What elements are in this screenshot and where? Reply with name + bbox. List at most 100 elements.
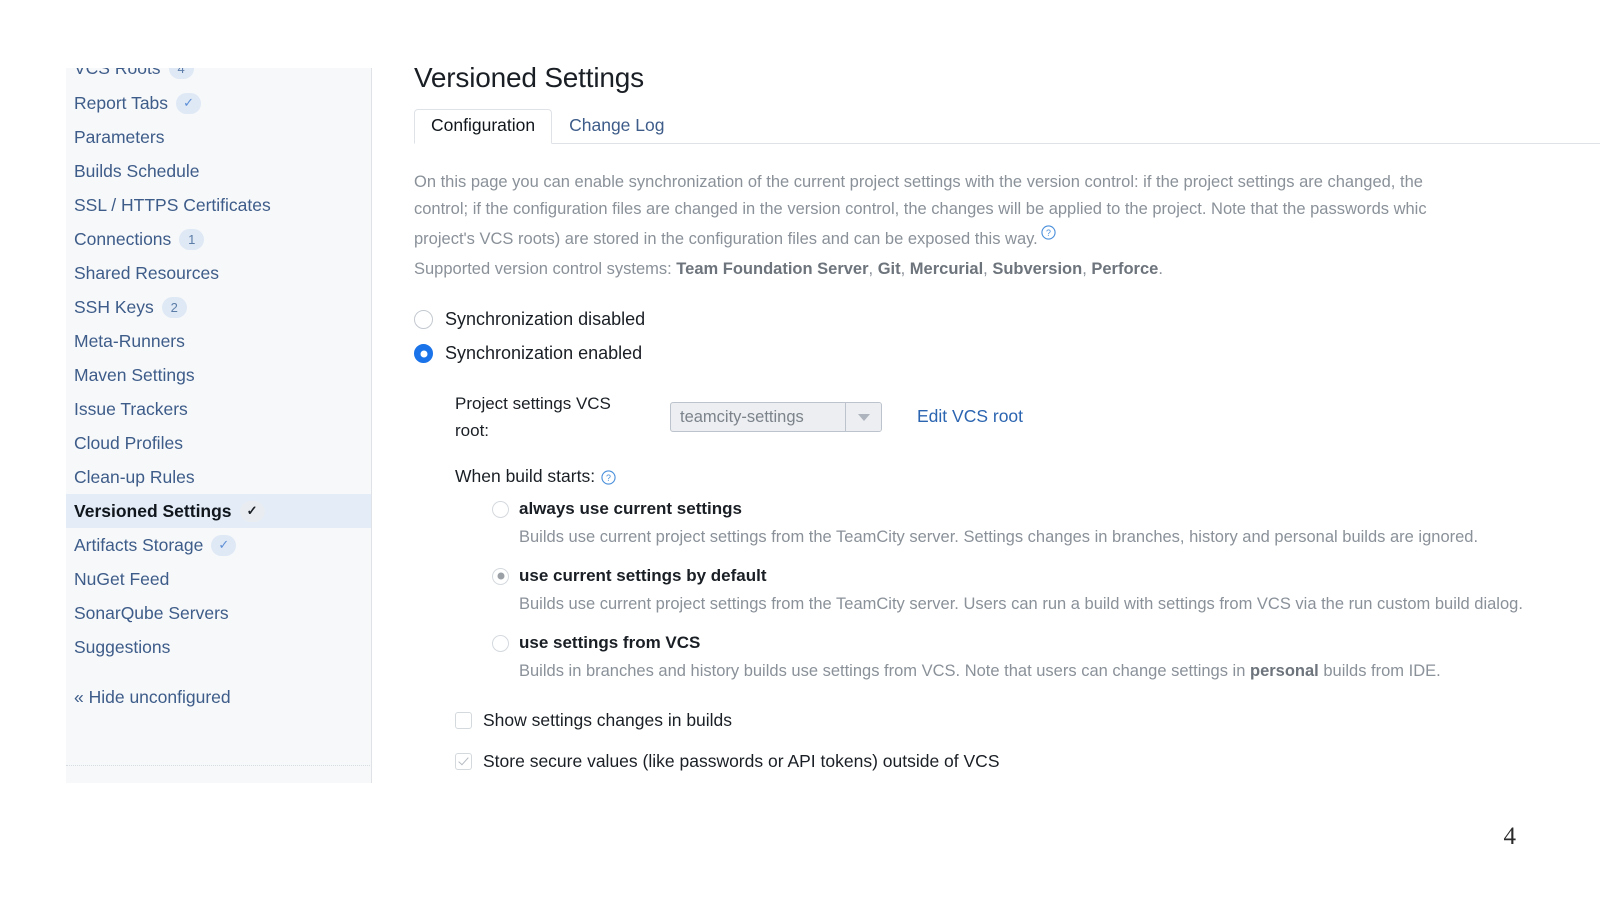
radio-use-current-settings-by-default[interactable]: use current settings by default (492, 566, 1514, 586)
radio-label: Synchronization disabled (445, 309, 646, 329)
project-settings-sidebar: VCS Roots 4 Report Tabs ✓ Parameters Bui… (66, 68, 372, 783)
sidebar-item-cloud-profiles[interactable]: Cloud Profiles (66, 426, 371, 460)
supported-vcs-line: Supported version control systems: Team … (414, 259, 1163, 278)
option-description: Builds in branches and history builds us… (519, 662, 1441, 680)
sidebar-item-connections[interactable]: Connections 1 (66, 222, 371, 256)
vcs-git: Git (877, 259, 901, 278)
sidebar-item-versioned-settings[interactable]: Versioned Settings ✓ (66, 494, 371, 528)
sidebar-item-label: Shared Resources (74, 262, 219, 283)
help-icon[interactable]: ? (1041, 222, 1056, 240)
checkbox-label: Show settings changes in builds (483, 710, 733, 730)
sidebar-item-label: Parameters (74, 126, 165, 147)
option-use-settings-from-vcs: use settings from VCS Builds in branches… (492, 633, 1514, 684)
radio-use-settings-from-vcs[interactable]: use settings from VCS (492, 633, 1514, 653)
sidebar-item-label: Issue Trackers (74, 398, 188, 419)
radio-label: use settings from VCS (519, 633, 701, 652)
tab-configuration[interactable]: Configuration (414, 109, 553, 144)
option-description: Builds use current project settings from… (519, 528, 1479, 546)
vcs-mercurial: Mercurial (909, 259, 984, 278)
sidebar-item-label: Builds Schedule (74, 160, 200, 181)
check-icon: ✓ (176, 92, 202, 114)
vcs-perforce: Perforce (1091, 259, 1159, 278)
checkbox-icon-checked (455, 753, 472, 770)
sidebar-item-badge: 4 (168, 68, 194, 79)
sidebar-item-badge: 2 (161, 296, 187, 318)
svg-text:?: ? (1046, 228, 1051, 238)
radio-label: always use current settings (519, 499, 742, 518)
help-icon[interactable]: ? (601, 469, 616, 485)
check-icon: ✓ (211, 534, 237, 556)
vcs-subversion: Subversion (992, 259, 1083, 278)
sidebar-item-ssl-https-certificates[interactable]: SSL / HTTPS Certificates (66, 188, 371, 222)
radio-label: Synchronization enabled (445, 343, 643, 363)
when-build-starts-label: When build starts: (455, 466, 596, 486)
sidebar-item-label: SonarQube Servers (74, 602, 229, 623)
description-line-1: On this page you can enable synchronizat… (414, 173, 1423, 191)
radio-synchronization-enabled[interactable]: Synchronization enabled (414, 343, 1514, 364)
chevron-down-icon (845, 403, 881, 431)
description-line-2: control; if the configuration files are … (414, 199, 1427, 218)
option-description: Builds use current project settings from… (519, 595, 1523, 613)
sidebar-item-artifacts-storage[interactable]: Artifacts Storage ✓ (66, 528, 371, 562)
hide-unconfigured-link[interactable]: « Hide unconfigured (66, 680, 371, 714)
vcs-root-label: Project settings VCS root: (455, 394, 611, 440)
sidebar-item-meta-runners[interactable]: Meta-Runners (66, 324, 371, 358)
tab-change-log[interactable]: Change Log (552, 109, 681, 144)
description-line-3: project's VCS roots) are stored in the c… (414, 222, 1600, 253)
sidebar-item-label: NuGet Feed (74, 568, 170, 589)
main-content: Versioned Settings Configuration Change … (414, 62, 1600, 772)
sidebar-item-label: Meta-Runners (74, 330, 185, 351)
radio-icon-unselected (414, 310, 433, 329)
sidebar-item-issue-trackers[interactable]: Issue Trackers (66, 392, 371, 426)
radio-icon-unselected (492, 500, 509, 518)
sidebar-item-sonarqube-servers[interactable]: SonarQube Servers (66, 596, 371, 630)
sidebar-item-badge: 1 (179, 228, 205, 250)
vcs-root-row: Project settings VCS root: teamcity-sett… (455, 390, 1514, 444)
sidebar-item-label: Suggestions (74, 636, 171, 657)
sidebar-item-label: Cloud Profiles (74, 432, 183, 453)
sidebar-item-label: SSL / HTTPS Certificates (74, 194, 271, 215)
sidebar-item-label: Maven Settings (74, 364, 195, 385)
radio-icon-unselected (492, 634, 509, 652)
page-title: Versioned Settings (414, 62, 644, 93)
option-use-current-settings-by-default: use current settings by default Builds u… (492, 566, 1523, 617)
vcs-root-select[interactable]: teamcity-settings (670, 402, 882, 432)
checkbox-icon-unchecked (455, 712, 472, 729)
sidebar-item-label: Report Tabs (74, 92, 169, 113)
sidebar-item-vcs-roots[interactable]: VCS Roots 4 (66, 68, 371, 85)
radio-label: use current settings by default (519, 566, 767, 585)
radio-synchronization-disabled[interactable]: Synchronization disabled (414, 309, 1514, 330)
checkbox-label: Store secure values (like passwords or A… (483, 751, 1000, 771)
sidebar-item-nuget-feed[interactable]: NuGet Feed (66, 562, 371, 596)
sidebar-item-maven-settings[interactable]: Maven Settings (66, 358, 371, 392)
sidebar-item-label: Connections (74, 228, 172, 249)
sidebar-item-parameters[interactable]: Parameters (66, 120, 371, 154)
radio-icon-selected (492, 567, 509, 585)
sidebar-divider (66, 765, 371, 766)
checkbox-store-secure-values-outside-vcs[interactable]: Store secure values (like passwords or A… (455, 751, 1514, 772)
sidebar-item-label: Artifacts Storage (74, 534, 204, 555)
vcs-tfs: Team Foundation Server (676, 259, 869, 278)
checkbox-show-settings-changes-in-builds[interactable]: Show settings changes in builds (455, 710, 1514, 731)
radio-icon-selected (414, 344, 433, 363)
hide-unconfigured-label: « Hide unconfigured (74, 686, 231, 707)
sidebar-item-label: VCS Roots (74, 68, 161, 79)
tab-bar: Configuration Change Log (414, 109, 1600, 144)
check-icon: ✓ (239, 500, 265, 522)
sidebar-item-ssh-keys[interactable]: SSH Keys 2 (66, 290, 371, 324)
svg-text:?: ? (606, 473, 611, 483)
sidebar-item-report-tabs[interactable]: Report Tabs ✓ (66, 86, 371, 120)
radio-always-use-current-settings[interactable]: always use current settings (492, 499, 1514, 519)
sidebar-item-clean-up-rules[interactable]: Clean-up Rules (66, 460, 371, 494)
sidebar-item-list: Report Tabs ✓ Parameters Builds Schedule… (66, 68, 371, 714)
page-number: 4 (1503, 823, 1517, 850)
sidebar-item-builds-schedule[interactable]: Builds Schedule (66, 154, 371, 188)
tab-label: Change Log (569, 115, 665, 135)
sidebar-item-shared-resources[interactable]: Shared Resources (66, 256, 371, 290)
sidebar-item-suggestions[interactable]: Suggestions (66, 630, 371, 664)
emphasis-personal: personal (1249, 662, 1319, 680)
sidebar-item-label: Clean-up Rules (74, 466, 195, 487)
edit-vcs-root-link[interactable]: Edit VCS root (917, 406, 1023, 427)
screenshot-root: VCS Roots 4 Report Tabs ✓ Parameters Bui… (0, 0, 1600, 900)
option-always-use-current-settings: always use current settings Builds use c… (492, 499, 1514, 550)
